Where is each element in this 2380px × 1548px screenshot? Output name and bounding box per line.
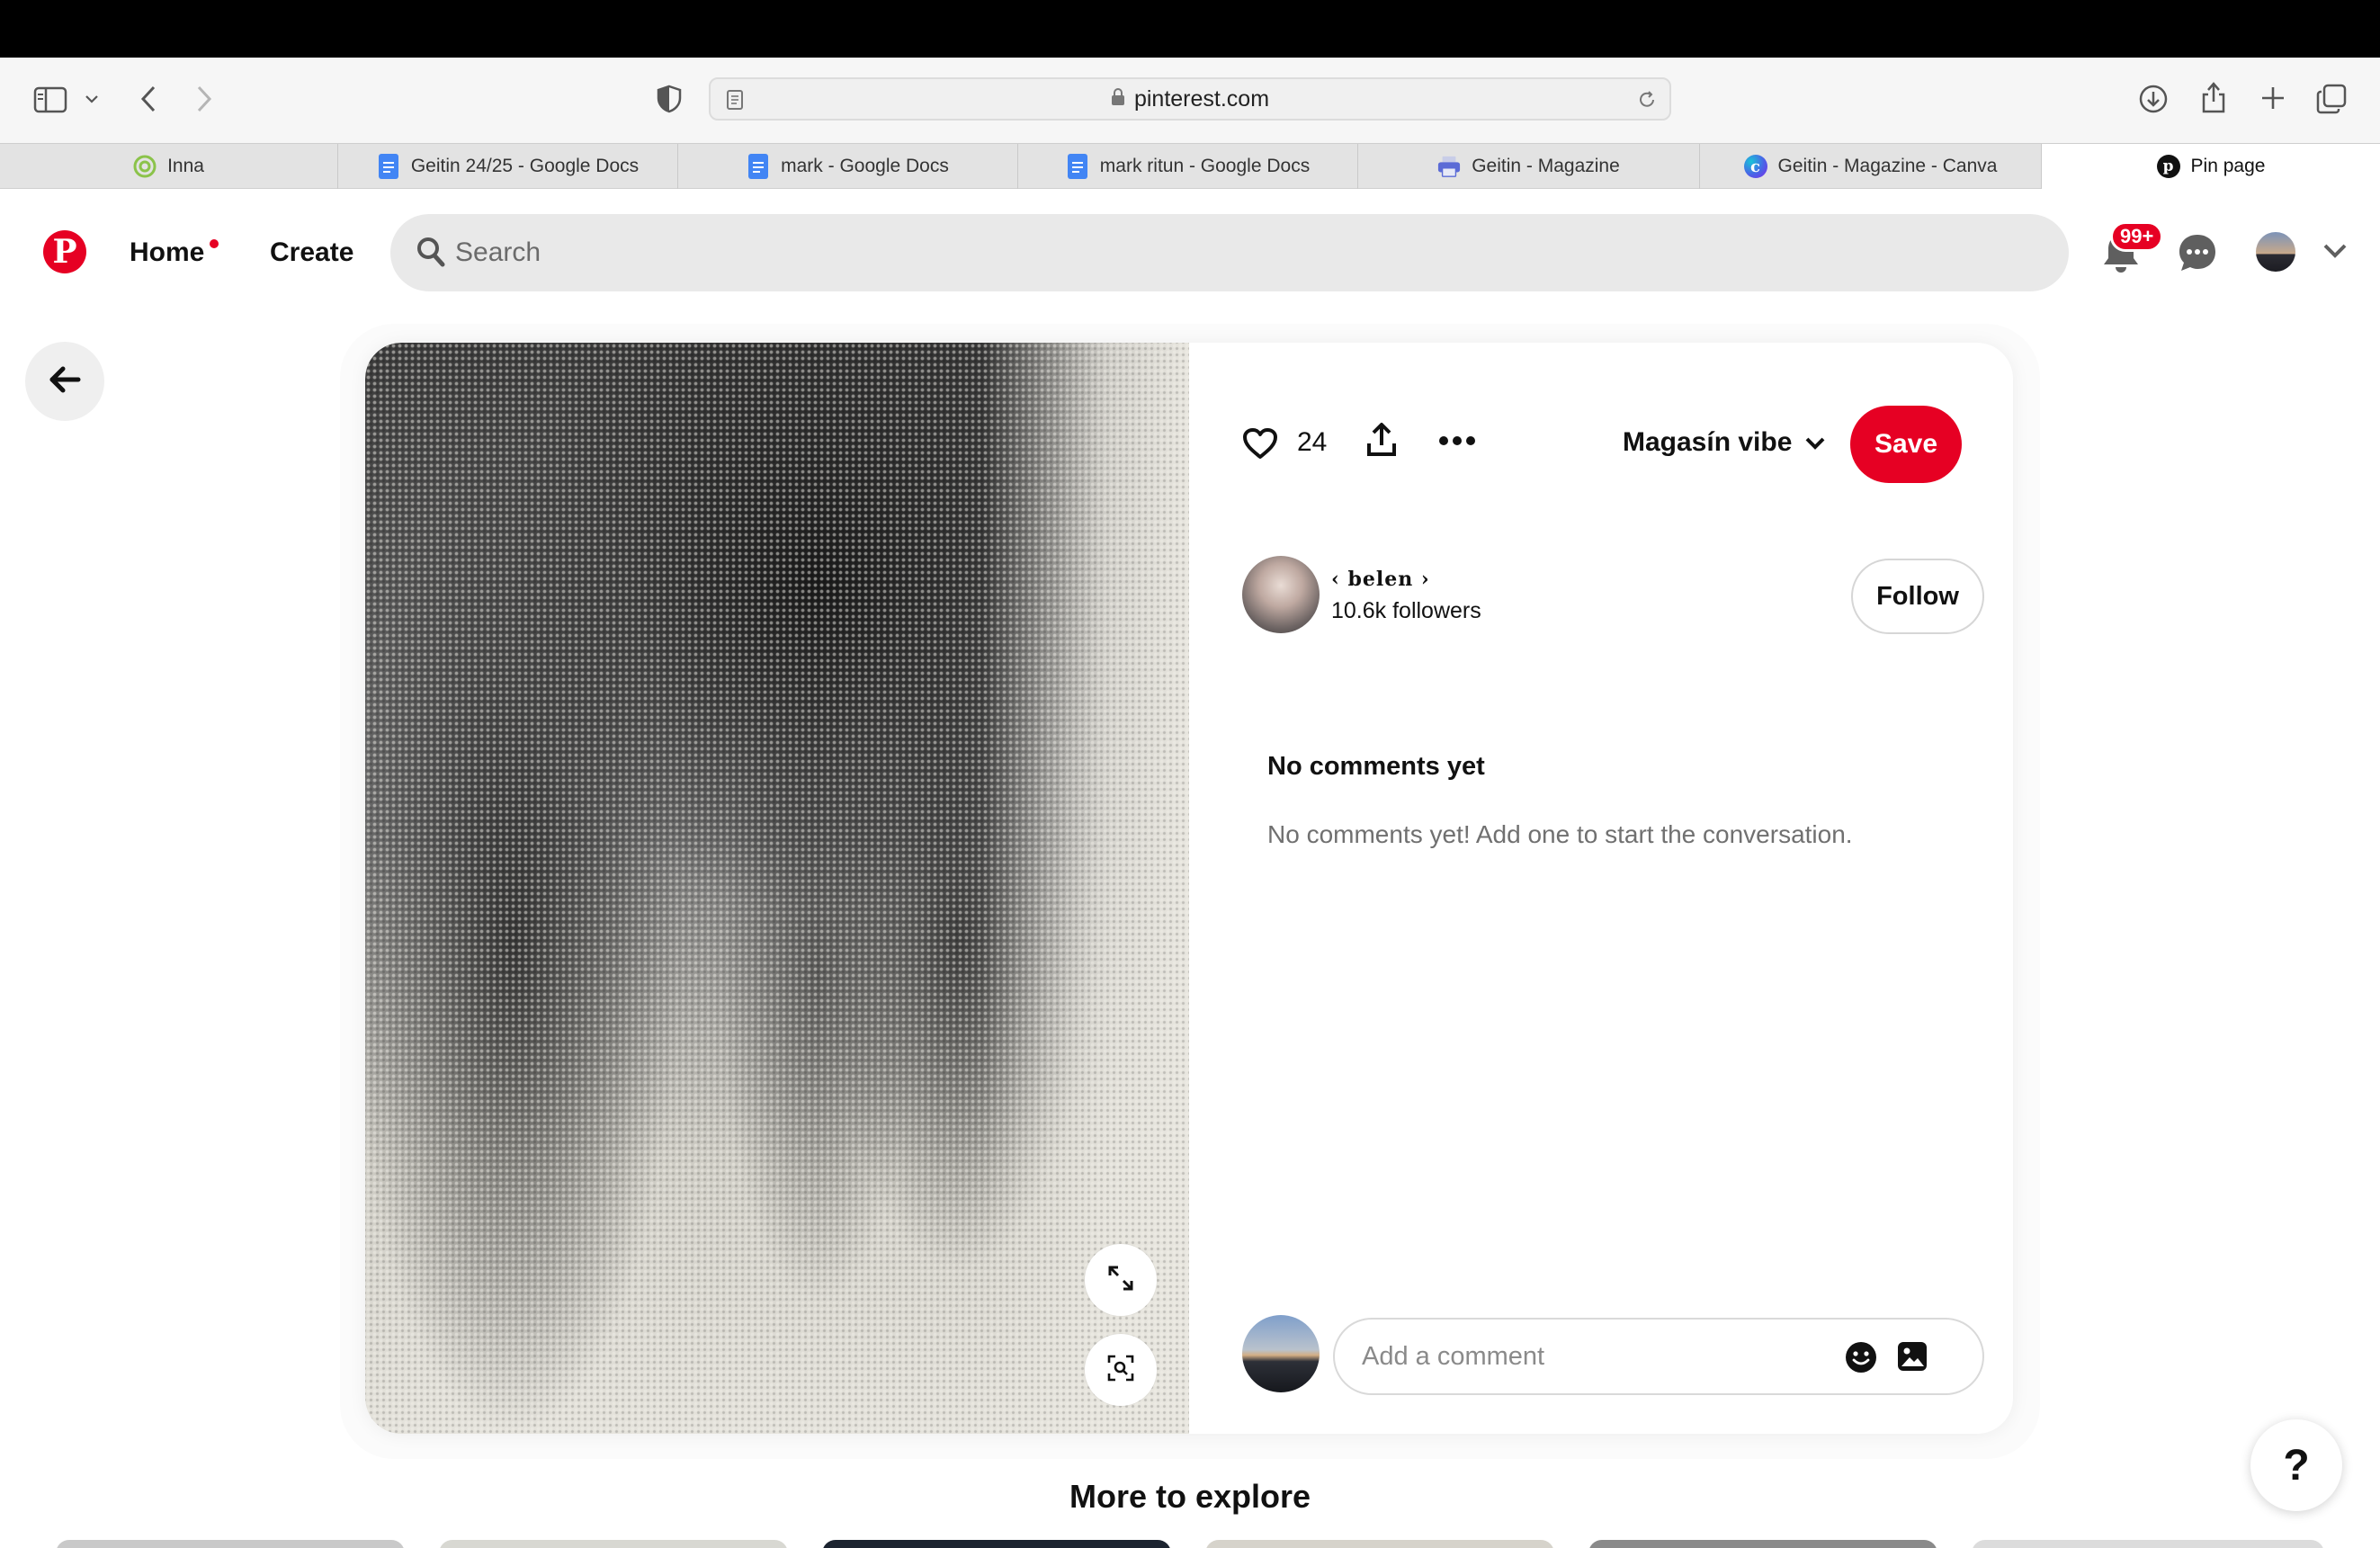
url-text: pinterest.com bbox=[1133, 85, 1270, 112]
account-chevron-down-icon[interactable] bbox=[2322, 243, 2348, 264]
explore-pin-preview[interactable] bbox=[1588, 1540, 1937, 1548]
back-button[interactable] bbox=[25, 342, 104, 421]
browser-tab-mark-ritun-docs[interactable]: mark ritun - Google Docs bbox=[1018, 144, 1358, 189]
board-selector[interactable]: Magasín vibe bbox=[1623, 427, 1826, 458]
creator-followers: 10.6k followers bbox=[1331, 598, 1481, 623]
browser-tab-geitin-canva[interactable]: c Geitin - Magazine - Canva bbox=[1700, 144, 2042, 189]
search-icon bbox=[416, 236, 446, 273]
save-button[interactable]: Save bbox=[1850, 406, 1962, 483]
browser-tab-bar: Inna Geitin 24/25 - Google Docs mark - G… bbox=[0, 143, 2380, 189]
heart-icon[interactable] bbox=[1242, 427, 1278, 464]
tab-label: mark - Google Docs bbox=[781, 156, 949, 176]
visual-search-button[interactable] bbox=[1085, 1334, 1157, 1406]
chevron-down-icon[interactable] bbox=[83, 90, 101, 108]
tab-label: Geitin 24/25 - Google Docs bbox=[410, 156, 640, 176]
comments-heading: No comments yet bbox=[1267, 752, 1485, 781]
downloads-icon[interactable] bbox=[2137, 83, 2170, 115]
canva-icon: c bbox=[1743, 155, 1767, 178]
pinterest-icon: p bbox=[2156, 155, 2180, 178]
arrow-left-icon bbox=[49, 366, 81, 398]
comment-box[interactable] bbox=[1333, 1318, 1984, 1395]
user-avatar bbox=[1242, 1315, 1320, 1392]
share-icon[interactable] bbox=[2198, 79, 2229, 115]
help-button[interactable]: ? bbox=[2250, 1419, 2342, 1511]
browser-tab-geitin-docs[interactable]: Geitin 24/25 - Google Docs bbox=[338, 144, 678, 189]
emoji-icon[interactable] bbox=[1844, 1340, 1878, 1379]
forward-nav-icon[interactable] bbox=[191, 83, 218, 115]
image-upload-icon[interactable] bbox=[1896, 1340, 1928, 1377]
creator-name[interactable]: ‹ belen › bbox=[1331, 568, 1430, 591]
explore-pin-preview[interactable] bbox=[56, 1540, 405, 1548]
profile-avatar[interactable] bbox=[2256, 232, 2295, 272]
explore-pin-preview[interactable] bbox=[1972, 1540, 2324, 1548]
visual-search-icon bbox=[1106, 1354, 1135, 1387]
pinterest-logo[interactable]: P bbox=[43, 230, 86, 273]
tab-label: mark ritun - Google Docs bbox=[1099, 156, 1311, 176]
explore-pin-preview[interactable] bbox=[1205, 1540, 1554, 1548]
more-options-icon[interactable] bbox=[1439, 434, 1475, 451]
browser-tab-inna[interactable]: Inna bbox=[0, 144, 338, 189]
tab-overview-icon[interactable] bbox=[2315, 83, 2348, 115]
likes-count: 24 bbox=[1297, 427, 1328, 457]
reload-icon[interactable] bbox=[1635, 87, 1659, 112]
printer-icon bbox=[1437, 155, 1461, 178]
pin-image[interactable] bbox=[365, 343, 1189, 1434]
comments-empty-message: No comments yet! Add one to start the co… bbox=[1267, 820, 1853, 848]
more-to-explore-heading: More to explore bbox=[1069, 1478, 1311, 1515]
nav-home[interactable]: Home bbox=[130, 237, 204, 268]
explore-pin-preview[interactable] bbox=[439, 1540, 788, 1548]
browser-tab-geitin-magazine[interactable]: Geitin - Magazine bbox=[1358, 144, 1700, 189]
board-name: Magasín vibe bbox=[1623, 427, 1793, 457]
nav-create[interactable]: Create bbox=[270, 237, 353, 268]
sidebar-toggle-icon[interactable] bbox=[32, 85, 68, 115]
expand-image-button[interactable] bbox=[1085, 1244, 1157, 1316]
expand-icon bbox=[1106, 1264, 1135, 1297]
privacy-shield-icon[interactable] bbox=[655, 83, 684, 115]
lock-icon bbox=[1111, 86, 1125, 112]
google-docs-icon bbox=[747, 154, 770, 179]
comment-input[interactable] bbox=[1362, 1320, 1830, 1393]
follow-button[interactable]: Follow bbox=[1851, 559, 1984, 634]
target-icon bbox=[133, 155, 157, 178]
tab-label: Geitin - Magazine - Canva bbox=[1777, 156, 1998, 176]
creator-avatar[interactable] bbox=[1242, 556, 1320, 633]
explore-pin-preview[interactable] bbox=[822, 1540, 1171, 1548]
back-nav-icon[interactable] bbox=[135, 83, 162, 115]
browser-toolbar: pinterest.com bbox=[0, 58, 2380, 143]
tab-label: Geitin - Magazine bbox=[1472, 156, 1620, 176]
pin-card: 24 Magasín vibe Save ‹ belen › 10.6k fol… bbox=[365, 343, 2013, 1434]
share-pin-icon[interactable] bbox=[1365, 422, 1398, 462]
google-docs-icon bbox=[1066, 154, 1089, 179]
new-tab-icon[interactable] bbox=[2258, 83, 2288, 113]
search-input[interactable] bbox=[455, 214, 1984, 291]
pinterest-header: P Home Create 99+ bbox=[0, 189, 2380, 324]
google-docs-icon bbox=[377, 154, 400, 179]
tab-label: Pin page bbox=[2190, 156, 2266, 176]
messages-icon[interactable] bbox=[2177, 232, 2218, 278]
notifications-badge: 99+ bbox=[2110, 221, 2164, 252]
screen-top-bar bbox=[0, 0, 2380, 58]
tab-label: Inna bbox=[167, 156, 204, 176]
home-notification-dot bbox=[210, 239, 219, 248]
browser-tab-pin-page[interactable]: p Pin page bbox=[2042, 144, 2380, 189]
chevron-down-icon bbox=[1804, 427, 1826, 458]
address-bar[interactable]: pinterest.com bbox=[709, 77, 1671, 121]
browser-tab-mark-docs[interactable]: mark - Google Docs bbox=[678, 144, 1018, 189]
search-bar[interactable] bbox=[390, 214, 2069, 291]
